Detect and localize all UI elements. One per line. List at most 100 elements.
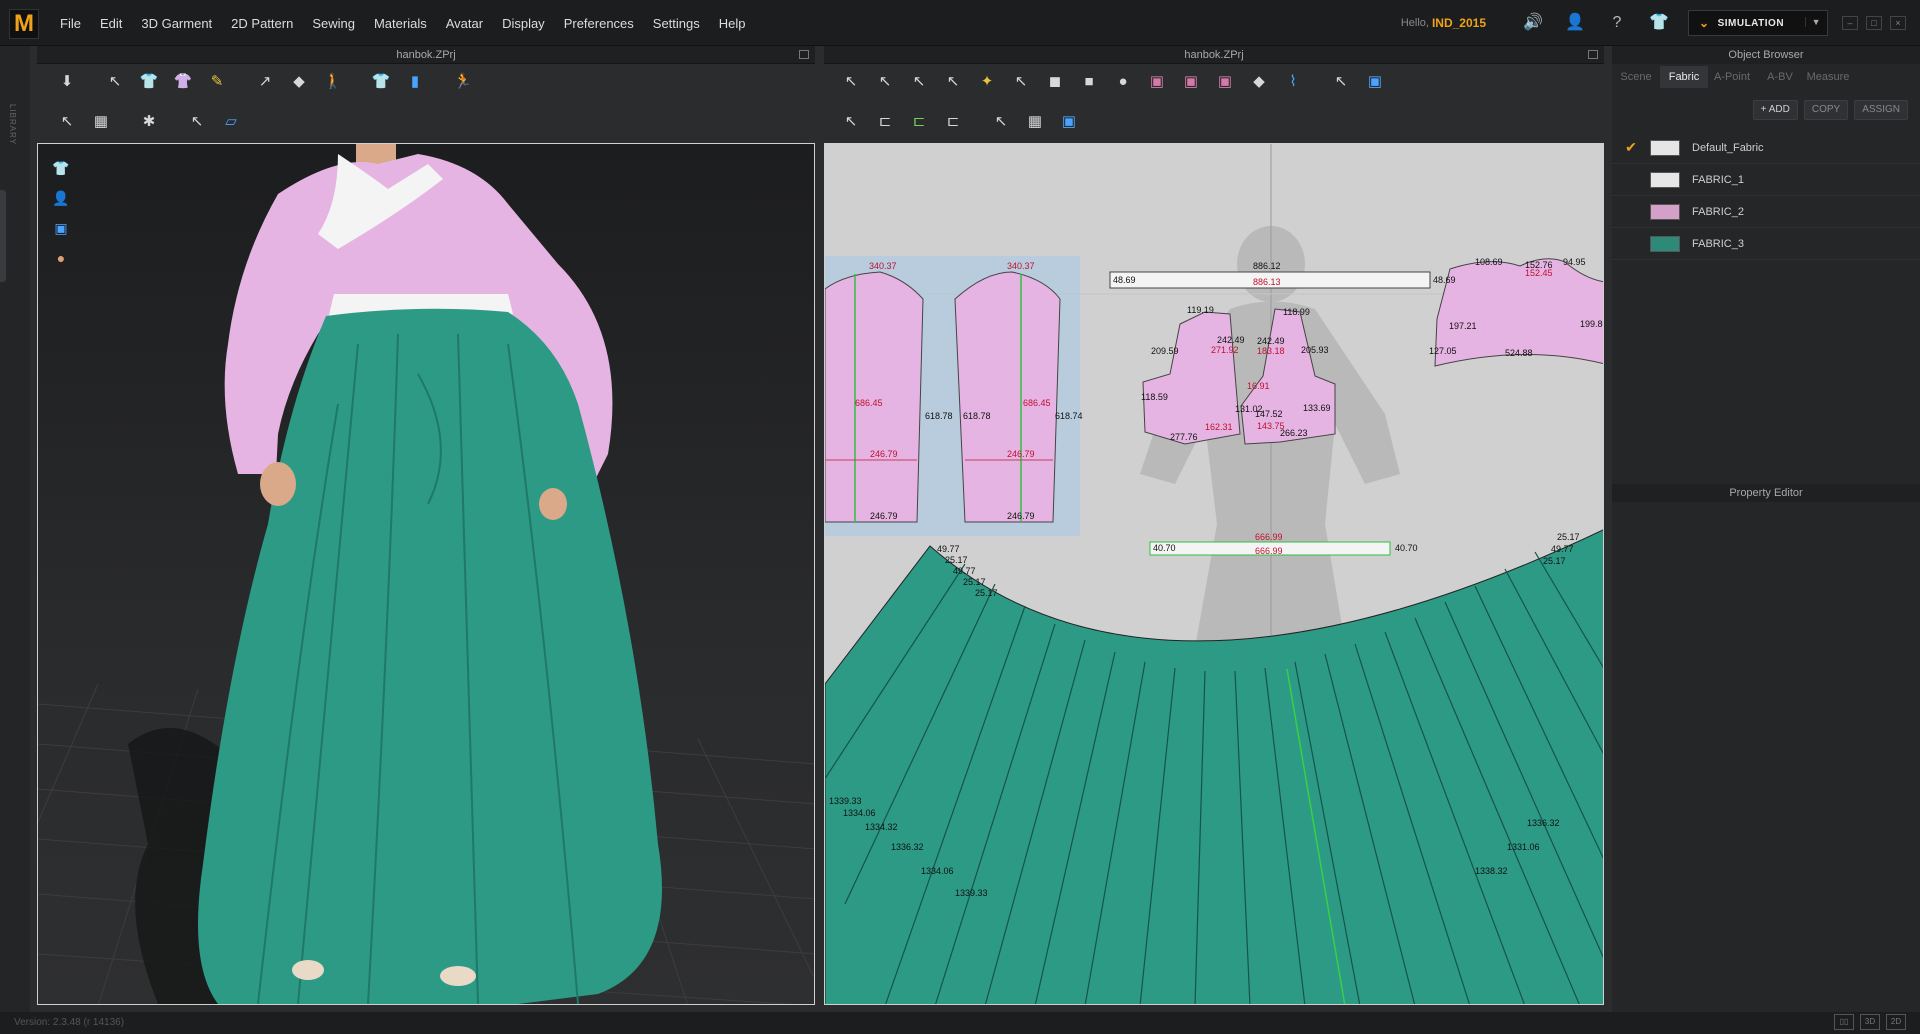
fabric-row-default[interactable]: ✔ Default_Fabric — [1612, 132, 1920, 164]
fabric-row-2[interactable]: FABRIC_2 — [1612, 196, 1920, 228]
simulation-chevron-icon: ⌄ — [1699, 16, 1710, 30]
menu-preferences[interactable]: Preferences — [564, 16, 634, 31]
label-skirt-right-2: 49.77 — [1551, 544, 1574, 554]
texture-display-icon[interactable]: ▣ — [50, 216, 72, 240]
menu-help[interactable]: Help — [719, 16, 746, 31]
fabric-row-3[interactable]: FABRIC_3 — [1612, 228, 1920, 260]
tab-measure[interactable]: Measure — [1804, 66, 1852, 88]
label-br-3: 183.18 — [1257, 346, 1285, 356]
grid-2d-icon[interactable]: ▦ — [1020, 106, 1050, 136]
main-menu: File Edit 3D Garment 2D Pattern Sewing M… — [60, 0, 746, 46]
dart-icon[interactable]: ◆ — [1244, 66, 1274, 96]
avatar-pose-icon[interactable]: 🚶 — [318, 66, 348, 96]
tab-fabric[interactable]: Fabric — [1660, 66, 1708, 88]
label-sleeve2-side: 618.78 — [963, 411, 991, 421]
polygon-icon[interactable]: ◼ — [1040, 66, 1070, 96]
edit-segment-icon[interactable]: ↖ — [938, 66, 968, 96]
arrange-icon[interactable]: ▣ — [1360, 66, 1390, 96]
speaker-icon[interactable]: 🔊 — [1522, 12, 1544, 34]
library-toggle-handle[interactable] — [0, 190, 6, 282]
internal-circle-icon[interactable]: ▣ — [1210, 66, 1240, 96]
split-view-icon[interactable]: ▯▯ — [1834, 1014, 1854, 1030]
pin-icon[interactable]: ↗ — [250, 66, 280, 96]
avatar-right-hand — [539, 488, 567, 520]
garment-display-icon[interactable]: 👕 — [50, 156, 72, 180]
user-icon[interactable]: 👤 — [1564, 12, 1586, 34]
segment-sewing-icon[interactable]: ⊏ — [870, 106, 900, 136]
select-move-icon[interactable]: ↖ — [100, 66, 130, 96]
transform-pattern-icon[interactable]: ↖ — [836, 66, 866, 96]
view-2d-button[interactable]: 2D — [1886, 1014, 1906, 1030]
curvature-icon[interactable]: ↖ — [1006, 66, 1036, 96]
tab-scene[interactable]: Scene — [1612, 66, 1660, 88]
sleeve-pattern-1[interactable] — [825, 271, 924, 523]
tab-a-point[interactable]: A-Point — [1708, 66, 1756, 88]
tab-a-bv[interactable]: A-BV — [1756, 66, 1804, 88]
copy-fabric-button[interactable]: COPY — [1803, 100, 1849, 120]
user-name[interactable]: IND_2015 — [1432, 16, 1486, 30]
menu-2d-pattern[interactable]: 2D Pattern — [231, 16, 293, 31]
fold-icon[interactable]: ✎ — [202, 66, 232, 96]
tack-icon[interactable]: ◆ — [284, 66, 314, 96]
edit-point-icon[interactable]: ↖ — [870, 66, 900, 96]
menu-edit[interactable]: Edit — [100, 16, 122, 31]
viewport-2d[interactable]: 340.37 686.45 618.78 246.79 246.79 340.3… — [824, 143, 1604, 1005]
simulation-button[interactable]: ⌄ SIMULATION ▼ — [1688, 10, 1828, 36]
chevron-down-icon[interactable]: ▼ — [1804, 17, 1821, 27]
head-display-icon[interactable]: ● — [50, 246, 72, 270]
shirt-icon[interactable]: 👕 — [1648, 12, 1670, 34]
select-fabric-icon[interactable]: ↖ — [182, 106, 212, 136]
avatar-left-hand — [260, 462, 296, 506]
arrow-down-icon[interactable]: ⬇ — [52, 66, 82, 96]
menu-display[interactable]: Display — [502, 16, 545, 31]
avatar-measure-icon[interactable]: ✱ — [134, 106, 164, 136]
sleeve-pattern-2[interactable] — [954, 271, 1061, 523]
add-fabric-button[interactable]: + ADD — [1752, 100, 1798, 120]
view-3d-button[interactable]: 3D — [1860, 1014, 1880, 1030]
fit-icon[interactable]: ▮ — [400, 66, 430, 96]
label-skirt-rb-2: 1331.06 — [1507, 842, 1540, 852]
circle-icon[interactable]: ● — [1108, 66, 1138, 96]
edit-curve-icon[interactable]: ↖ — [904, 66, 934, 96]
menu-settings[interactable]: Settings — [653, 16, 700, 31]
select-grid-icon[interactable]: ↖ — [52, 106, 82, 136]
add-point-icon[interactable]: ✦ — [972, 66, 1002, 96]
shirt-blue-icon[interactable]: 👕 — [366, 66, 396, 96]
viewport-3d-scene — [38, 144, 814, 1004]
help-icon[interactable]: ? — [1606, 12, 1628, 34]
object-browser-header: Object Browser — [1612, 46, 1920, 64]
menu-3d-garment[interactable]: 3D Garment — [141, 16, 212, 31]
texture-icon[interactable]: ▱ — [216, 106, 246, 136]
edit-sewing-icon[interactable]: ↖ — [836, 106, 866, 136]
maximize-panel-2d-icon[interactable] — [1588, 50, 1598, 59]
maximize-panel-icon[interactable] — [799, 50, 809, 59]
label-br-9: 266.23 — [1280, 428, 1308, 438]
fabric-row-1[interactable]: FABRIC_1 — [1612, 164, 1920, 196]
internal-rect-icon[interactable]: ▣ — [1176, 66, 1206, 96]
viewport-3d[interactable]: 👕 👤 ▣ ● — [37, 143, 815, 1005]
internal-polygon-icon[interactable]: ▣ — [1142, 66, 1172, 96]
select-sew-icon[interactable]: ↖ — [1326, 66, 1356, 96]
fold-sewing-icon[interactable]: ⊏ — [938, 106, 968, 136]
minimize-icon[interactable]: – — [1842, 16, 1858, 30]
trace-icon[interactable]: ⌇ — [1278, 66, 1308, 96]
garment-icon[interactable]: 👕 — [134, 66, 164, 96]
label-sleeve-top: 340.37 — [869, 261, 897, 271]
maximize-icon[interactable]: □ — [1866, 16, 1882, 30]
label-bl-1: 119.19 — [1187, 305, 1214, 315]
menu-file[interactable]: File — [60, 16, 81, 31]
free-sewing-icon[interactable]: ⊏ — [904, 106, 934, 136]
assign-fabric-button[interactable]: ASSIGN — [1854, 100, 1908, 120]
menu-materials[interactable]: Materials — [374, 16, 427, 31]
texture-2d-icon[interactable]: ▣ — [1054, 106, 1084, 136]
select-texture-icon[interactable]: ↖ — [986, 106, 1016, 136]
garment-pink-icon[interactable]: 👚 — [168, 66, 198, 96]
grid-icon[interactable]: ▦ — [86, 106, 116, 136]
menu-sewing[interactable]: Sewing — [312, 16, 355, 31]
rectangle-icon[interactable]: ■ — [1074, 66, 1104, 96]
menu-avatar[interactable]: Avatar — [446, 16, 483, 31]
close-icon[interactable]: × — [1890, 16, 1906, 30]
avatar-display-icon[interactable]: 👤 — [50, 186, 72, 210]
run-icon[interactable]: 🏃 — [448, 66, 478, 96]
library-tab[interactable]: LIBRARY — [8, 104, 17, 145]
